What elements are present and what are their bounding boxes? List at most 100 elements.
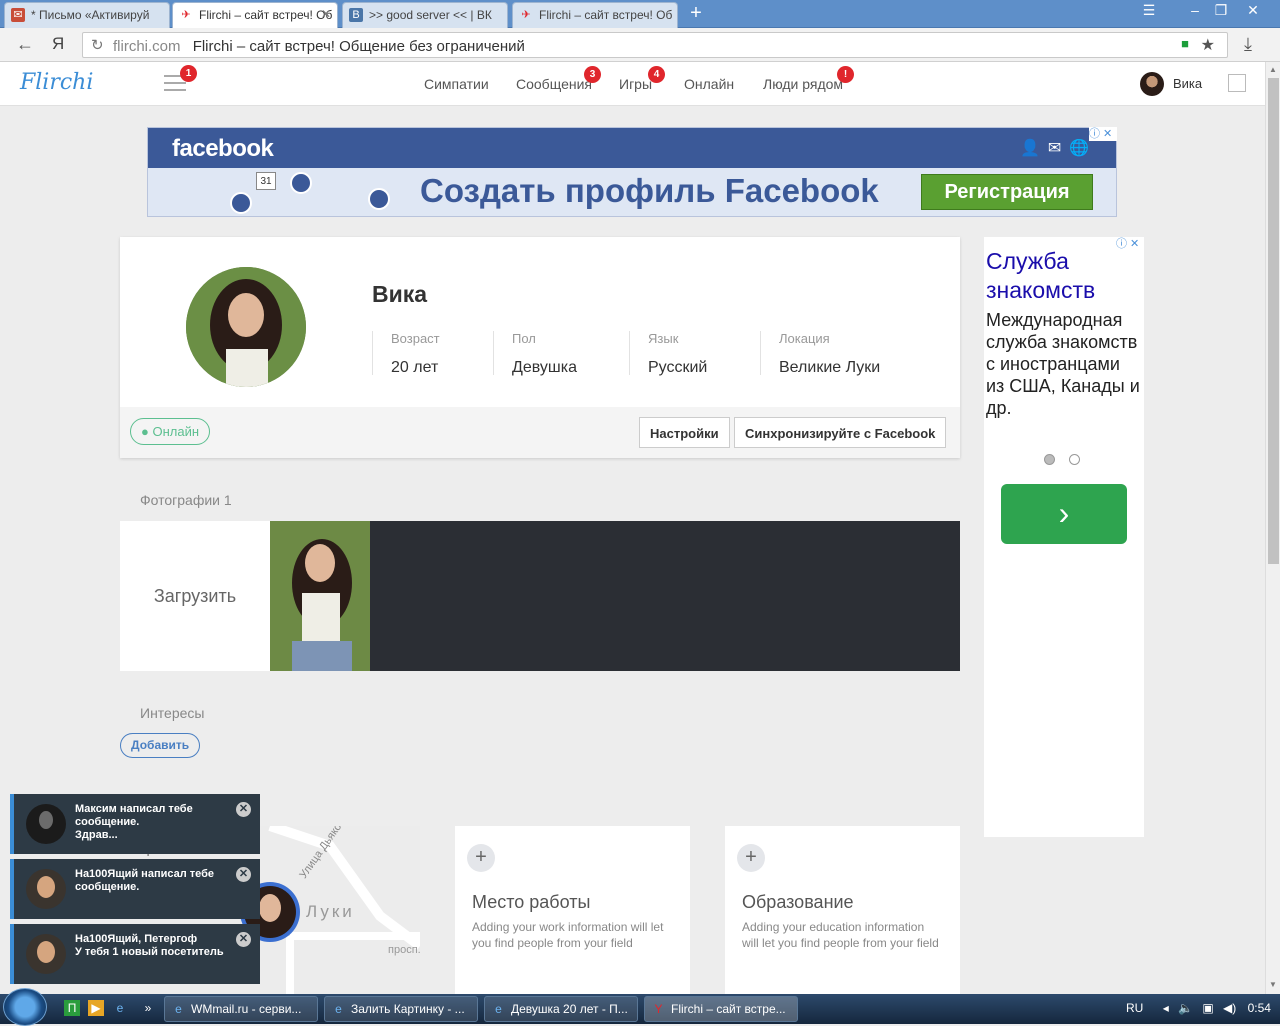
nav-sympathies[interactable]: Симпатии	[424, 76, 489, 92]
profile-field-language: Язык Русский	[629, 331, 707, 376]
education-info-box[interactable]: + Образование Adding your education info…	[725, 826, 960, 996]
url-field[interactable]: ↻ flirchi.com Flirchi – сайт встреч! Общ…	[82, 32, 1228, 58]
ad-info-close-icon[interactable]: ⓘ ✕	[1116, 237, 1144, 251]
side-ad[interactable]: Служба знакомств Международная служба зн…	[984, 237, 1144, 837]
volume-icon[interactable]: ◀)	[1223, 1001, 1236, 1015]
ie-icon: e	[335, 1002, 342, 1016]
maximize-icon[interactable]: ❐	[1206, 0, 1236, 22]
avatar	[26, 869, 66, 909]
app-icon[interactable]: П	[64, 1000, 80, 1016]
profile-field-gender: Пол Девушка	[493, 331, 577, 376]
add-education-plus-icon[interactable]: +	[737, 844, 765, 872]
back-icon[interactable]: ←	[16, 34, 34, 55]
browser-tab-flirchi-active[interactable]: ✈ Flirchi – сайт встреч! Об ✕	[172, 2, 338, 28]
taskbar-item-label: Залить Картинку - ...	[351, 1002, 465, 1016]
pager-dot[interactable]	[1069, 454, 1080, 465]
vk-icon: B	[349, 8, 363, 22]
work-info-box[interactable]: + Место работы Adding your work informat…	[455, 826, 690, 996]
photo-thumbnail[interactable]	[270, 521, 370, 671]
work-description: Adding your work information will let yo…	[472, 920, 664, 950]
close-icon[interactable]: ✕	[236, 867, 251, 882]
network-icon[interactable]: ▣	[1202, 1001, 1213, 1015]
browser-tab-bar: ✉ * Письмо «Активируй ✈ Flirchi – сайт в…	[0, 0, 1280, 28]
close-icon[interactable]: ✕	[236, 802, 251, 817]
profile-photo[interactable]	[186, 267, 306, 387]
education-description: Adding your education information will l…	[742, 920, 939, 950]
map-city-label: Луки	[306, 902, 355, 921]
yandex-browser-icon: Y	[654, 1002, 663, 1016]
profile-field-location: Локация Великие Луки	[760, 331, 880, 376]
scrollbar-thumb[interactable]	[1268, 78, 1279, 564]
ad-info-close-icon[interactable]: ⓘ ✕	[1089, 127, 1117, 141]
nav-games[interactable]: Игры	[619, 76, 652, 92]
messages-badge: 3	[584, 66, 601, 83]
profile-card-footer: ● Онлайн Настройки Синхронизируйте с Fac…	[120, 407, 960, 458]
close-icon[interactable]: ✕	[236, 932, 251, 947]
profile-field-age: Возраст 20 лет	[372, 331, 440, 376]
tab-label: Flirchi – сайт встреч! Об	[539, 8, 673, 22]
taskbar-item[interactable]: e WMmail.ru - серви...	[164, 996, 318, 1022]
avatar	[26, 934, 66, 974]
ad-pager	[1044, 453, 1094, 468]
facebook-banner-ad[interactable]: facebook 👤✉🌐 31 Создать профиль Facebook…	[147, 127, 1117, 217]
speaker-icon[interactable]: 🔈	[1178, 1001, 1193, 1015]
settings-button[interactable]: Настройки	[639, 417, 730, 448]
taskbar-item[interactable]: e Залить Картинку - ...	[324, 996, 478, 1022]
start-button[interactable]	[3, 988, 47, 1026]
expand-icon[interactable]	[1228, 74, 1246, 92]
browser-tab-flirchi[interactable]: ✈ Flirchi – сайт встреч! Об	[512, 2, 678, 28]
upload-photo-button[interactable]: Загрузить	[120, 521, 270, 671]
interests-section-title: Интересы	[140, 705, 205, 721]
page-scrollbar[interactable]: ▲ ▼	[1265, 62, 1280, 994]
mail-icon: ✉	[11, 8, 25, 22]
browser-tab-mail[interactable]: ✉ * Письмо «Активируй	[4, 2, 170, 28]
yandex-icon[interactable]: Я	[52, 34, 64, 54]
tab-label: * Письмо «Активируй	[31, 8, 150, 22]
tray-expand-icon[interactable]: ◂	[1163, 1001, 1169, 1015]
nav-people-nearby[interactable]: Люди рядом	[763, 76, 843, 92]
ad-title[interactable]: Служба знакомств	[986, 247, 1144, 305]
register-button[interactable]: Регистрация	[921, 174, 1093, 210]
ie-icon[interactable]: e	[112, 1000, 128, 1016]
lock-icon[interactable]: ■	[1181, 36, 1189, 51]
taskbar-item-active[interactable]: Y Flirchi – сайт встре...	[644, 996, 798, 1022]
reload-icon[interactable]: ↻	[91, 36, 104, 54]
add-interest-button[interactable]: Добавить	[120, 733, 201, 758]
ad-next-button[interactable]: ›	[1001, 484, 1127, 544]
add-work-plus-icon[interactable]: +	[467, 844, 495, 872]
profile-card: Вика Возраст 20 лет Пол Девушка Язык Рус…	[120, 237, 960, 458]
taskbar-item[interactable]: e Девушка 20 лет - П...	[484, 996, 638, 1022]
site-logo[interactable]: Flirchi	[20, 70, 93, 95]
language-indicator[interactable]: RU	[1126, 1001, 1143, 1015]
notification-toast[interactable]: На100Ящий написал тебе сообщение. ✕	[10, 859, 260, 919]
sync-facebook-button[interactable]: Синхронизируйте с Facebook	[734, 417, 947, 448]
close-icon[interactable]: ✕	[321, 7, 331, 21]
browser-tab-vk[interactable]: B >> good server << | ВК	[342, 2, 508, 28]
new-tab-button[interactable]: +	[686, 3, 706, 24]
window-close-icon[interactable]: ✕	[1238, 0, 1268, 22]
notification-text: На100Ящий, Петергоф У тебя 1 новый посет…	[75, 933, 224, 958]
person-icon	[230, 192, 252, 214]
nav-messages[interactable]: Сообщения	[516, 76, 592, 92]
pager-dot-active[interactable]	[1044, 454, 1055, 465]
browser-menu-icon[interactable]: ☰	[1134, 0, 1164, 22]
scroll-down-icon[interactable]: ▼	[1269, 980, 1277, 989]
nav-online[interactable]: Онлайн	[684, 76, 734, 92]
map-side-label: просп.	[388, 944, 420, 956]
people-nearby-badge: !	[837, 66, 854, 83]
clock[interactable]: 0:54	[1248, 1001, 1271, 1015]
media-icon[interactable]: ▶	[88, 1000, 104, 1016]
address-bar: ← Я ↻ flirchi.com Flirchi – сайт встреч!…	[0, 28, 1280, 62]
notification-text: Максим написал тебе сообщение. Здрав...	[75, 803, 193, 841]
bookmark-star-icon[interactable]: ★	[1201, 35, 1215, 55]
scroll-up-icon[interactable]: ▲	[1269, 65, 1277, 74]
notification-toast[interactable]: Максим написал тебе сообщение. Здрав... …	[10, 794, 260, 854]
ie-icon: e	[495, 1002, 502, 1016]
facebook-notification-icons: 👤✉🌐	[1020, 140, 1098, 157]
more-icon[interactable]: »	[140, 1000, 156, 1016]
site-header: Flirchi 1 Симпатии Сообщения 3 Игры 4 Он…	[0, 62, 1265, 106]
field-label: Язык	[648, 331, 679, 346]
download-icon[interactable]: ⤓	[1244, 34, 1252, 55]
url-page-title: Flirchi – сайт встреч! Общение без огран…	[192, 38, 525, 55]
notification-toast[interactable]: На100Ящий, Петергоф У тебя 1 новый посет…	[10, 924, 260, 984]
